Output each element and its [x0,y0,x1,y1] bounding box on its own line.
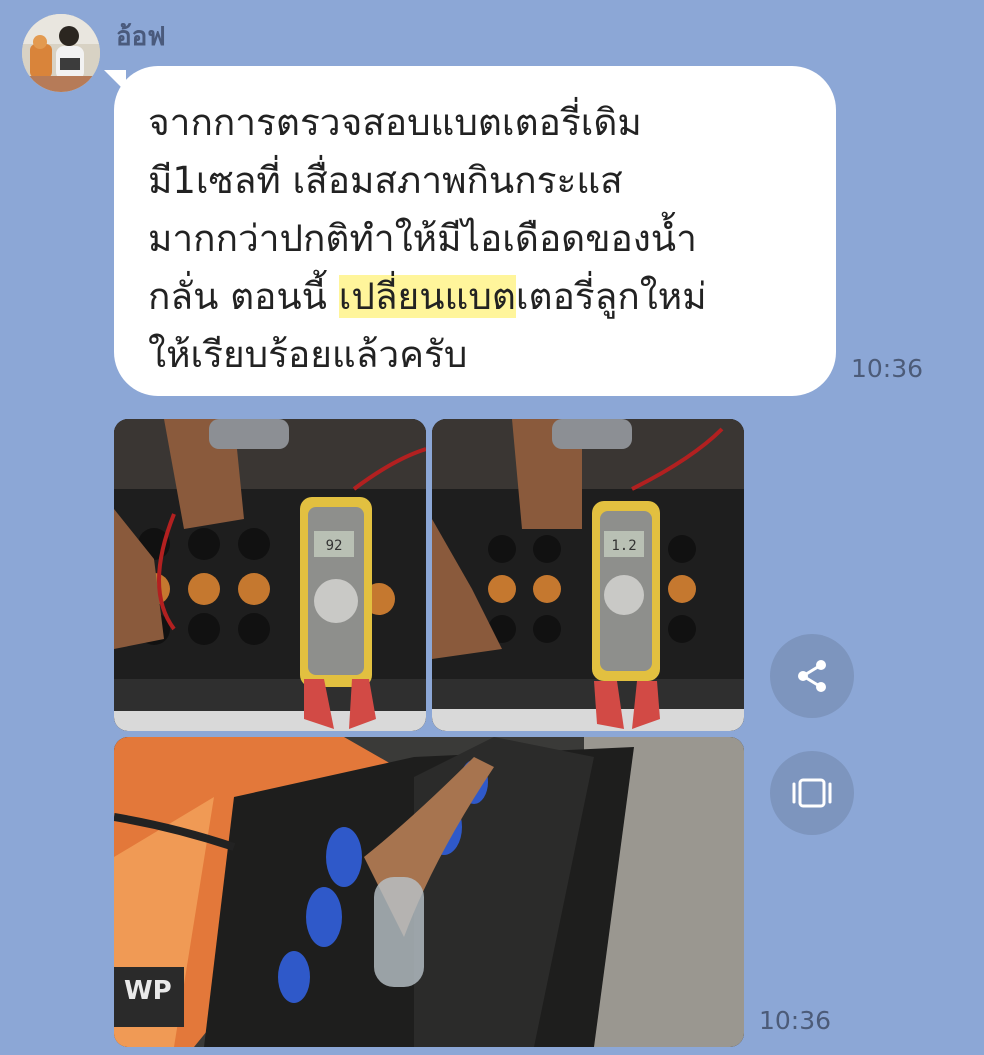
highlighted-text: เปลี่ยนแบต [338,275,516,318]
message-line: มากกว่าปกติทำให้มีไอเดือดของน้ำ [148,217,697,260]
message-time: 10:36 [851,354,924,383]
meter-display: 92 [326,538,343,554]
photo-image: 1.2 [432,419,744,731]
photo-battery-test-2[interactable]: 1.2 [432,419,744,731]
message-bubble[interactable]: จากการตรวจสอบแบตเตอรี่เดิม มี1เซลที่ เสื… [114,66,836,396]
share-button[interactable] [770,634,854,718]
message-line: ให้เรียบร้อยแล้วครับ [148,333,468,376]
message-text: จากการตรวจสอบแบตเตอรี่เดิม มี1เซลที่ เสื… [148,94,818,384]
message-line: กลั่น ตอนนี้ เปลี่ยนแบตเตอรี่ลูกใหม่ [148,268,818,326]
meter-display: 1.2 [611,538,636,554]
photos-time: 10:36 [759,1006,832,1035]
share-icon [798,660,826,692]
photo-battery-test-1[interactable]: 92 [114,419,426,731]
message-fragment: กลั่น ตอนนี้ [148,275,339,318]
photo-new-battery[interactable]: WP [114,737,744,1047]
expand-button[interactable] [770,751,854,835]
expand-icon [792,778,832,808]
sender-name: อ้อฟ [116,22,166,52]
photo-image: WP [114,737,744,1047]
message-line: มี1เซลที่ เสื่อมสภาพกินกระแส [148,159,623,202]
message-line: จากการตรวจสอบแบตเตอรี่เดิม [148,101,642,144]
sender-avatar[interactable] [22,14,100,92]
svg-text:WP: WP [124,976,172,1006]
avatar-image [22,14,100,92]
message-fragment: เตอรี่ลูกใหม่ [515,275,707,318]
photo-image: 92 [114,419,426,731]
